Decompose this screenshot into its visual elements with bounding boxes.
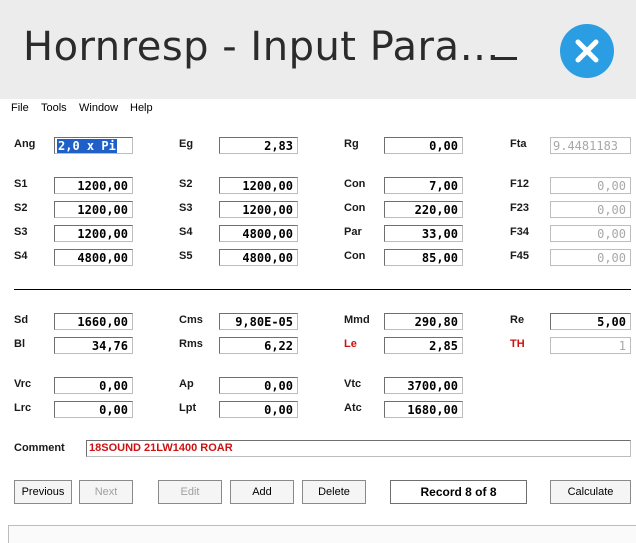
rms-field[interactable]: 6,22 xyxy=(219,337,298,354)
ang-value: 2,0 x Pi xyxy=(57,139,117,153)
th-field: 1 xyxy=(550,337,631,354)
label-con-2: Con xyxy=(344,202,366,214)
fta-field: 9.4481183 xyxy=(550,137,631,154)
label-ang: Ang xyxy=(14,138,36,150)
par-field[interactable]: 33,00 xyxy=(384,225,463,242)
close-button[interactable] xyxy=(560,24,614,78)
label-s2-b: S2 xyxy=(179,178,193,190)
menu-bar: File Tools Window Help xyxy=(0,99,636,119)
section-divider xyxy=(14,289,631,290)
label-s1: S1 xyxy=(14,178,28,190)
previous-button[interactable]: Previous xyxy=(14,480,72,504)
calculate-button[interactable]: Calculate xyxy=(550,480,631,504)
label-f23: F23 xyxy=(510,202,529,214)
s3-field[interactable]: 1200,00 xyxy=(54,225,133,242)
title-bar: Hornresp - Input Para… xyxy=(0,0,636,99)
con-3-field[interactable]: 85,00 xyxy=(384,249,463,266)
con-1-field[interactable]: 7,00 xyxy=(384,177,463,194)
le-field[interactable]: 2,85 xyxy=(384,337,463,354)
label-le: Le xyxy=(344,338,357,350)
label-sd: Sd xyxy=(14,314,29,326)
f12-field: 0,00 xyxy=(550,177,631,194)
mmd-field[interactable]: 290,80 xyxy=(384,313,463,330)
vtc-field[interactable]: 3700,00 xyxy=(384,377,463,394)
sd-field[interactable]: 1660,00 xyxy=(54,313,133,330)
label-atc: Atc xyxy=(344,402,362,414)
ap-field[interactable]: 0,00 xyxy=(219,377,298,394)
label-re: Re xyxy=(510,314,525,326)
menu-file[interactable]: File xyxy=(11,102,29,114)
label-eg: Eg xyxy=(179,138,194,150)
label-rms: Rms xyxy=(179,338,203,350)
minimize-icon[interactable] xyxy=(491,46,517,66)
next-button[interactable]: Next xyxy=(79,480,133,504)
label-cms: Cms xyxy=(179,314,203,326)
label-mmd: Mmd xyxy=(344,314,370,326)
window-title: Hornresp - Input Para… xyxy=(23,24,500,70)
ang-field[interactable]: 2,0 x Pi xyxy=(54,137,133,154)
f45-field: 0,00 xyxy=(550,249,631,266)
label-s5: S5 xyxy=(179,250,193,262)
label-con-3: Con xyxy=(344,250,366,262)
rg-field[interactable]: 0,00 xyxy=(384,137,463,154)
s1-field[interactable]: 1200,00 xyxy=(54,177,133,194)
label-s4-b: S4 xyxy=(179,226,193,238)
label-con-1: Con xyxy=(344,178,366,190)
menu-tools[interactable]: Tools xyxy=(41,102,67,114)
label-th: TH xyxy=(510,338,525,350)
s3-b-field[interactable]: 1200,00 xyxy=(219,201,298,218)
label-s3-b: S3 xyxy=(179,202,193,214)
label-lpt: Lpt xyxy=(179,402,197,414)
label-vrc: Vrc xyxy=(14,378,32,390)
menu-window[interactable]: Window xyxy=(79,102,118,114)
label-f12: F12 xyxy=(510,178,529,190)
label-ap: Ap xyxy=(179,378,194,390)
label-f45: F45 xyxy=(510,250,529,262)
s2-b-field[interactable]: 1200,00 xyxy=(219,177,298,194)
label-bl: Bl xyxy=(14,338,25,350)
s2-field[interactable]: 1200,00 xyxy=(54,201,133,218)
edit-button[interactable]: Edit xyxy=(158,480,222,504)
re-field[interactable]: 5,00 xyxy=(550,313,631,330)
delete-button[interactable]: Delete xyxy=(302,480,366,504)
label-f34: F34 xyxy=(510,226,529,238)
eg-field[interactable]: 2,83 xyxy=(219,137,298,154)
atc-field[interactable]: 1680,00 xyxy=(384,401,463,418)
label-vtc: Vtc xyxy=(344,378,362,390)
con-2-field[interactable]: 220,00 xyxy=(384,201,463,218)
lrc-field[interactable]: 0,00 xyxy=(54,401,133,418)
s4-field[interactable]: 4800,00 xyxy=(54,249,133,266)
comment-field[interactable]: 18SOUND 21LW1400 ROAR xyxy=(86,440,631,457)
cms-field[interactable]: 9,80E-05 xyxy=(219,313,298,330)
label-s2: S2 xyxy=(14,202,28,214)
s4-b-field[interactable]: 4800,00 xyxy=(219,225,298,242)
label-par: Par xyxy=(344,226,362,238)
vrc-field[interactable]: 0,00 xyxy=(54,377,133,394)
label-s3: S3 xyxy=(14,226,28,238)
label-fta: Fta xyxy=(510,138,527,150)
s5-field[interactable]: 4800,00 xyxy=(219,249,298,266)
f23-field: 0,00 xyxy=(550,201,631,218)
close-icon xyxy=(575,39,599,63)
lpt-field[interactable]: 0,00 xyxy=(219,401,298,418)
add-button[interactable]: Add xyxy=(230,480,294,504)
label-lrc: Lrc xyxy=(14,402,32,414)
label-rg: Rg xyxy=(344,138,359,150)
f34-field: 0,00 xyxy=(550,225,631,242)
status-bar xyxy=(8,525,636,543)
menu-help[interactable]: Help xyxy=(130,102,153,114)
label-comment: Comment xyxy=(14,442,65,454)
bl-field[interactable]: 34,76 xyxy=(54,337,133,354)
label-s4: S4 xyxy=(14,250,28,262)
record-indicator: Record 8 of 8 xyxy=(390,480,527,504)
